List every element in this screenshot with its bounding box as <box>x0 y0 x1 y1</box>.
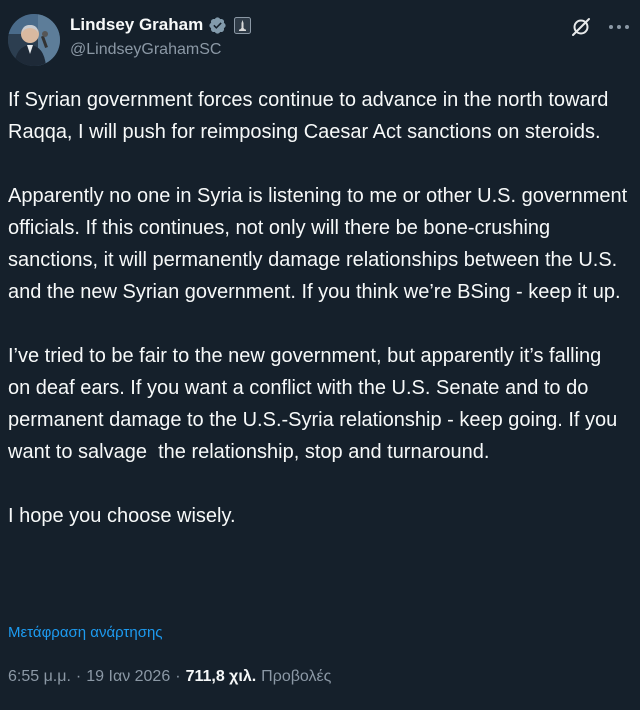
grok-icon[interactable] <box>570 16 592 38</box>
views-count: 711,8 χιλ. <box>185 668 257 685</box>
views-label: Προβολές <box>261 668 332 685</box>
tweet-meta: 6:55 μ.μ. · 19 Ιαν 2026 · 711,8 χιλ. Προ… <box>8 668 331 686</box>
name-row: Lindsey Graham <box>70 14 252 36</box>
author-display-name[interactable]: Lindsey Graham <box>70 15 203 35</box>
tweet-text: If Syrian government forces continue to … <box>8 84 628 532</box>
verified-badge-icon[interactable] <box>208 16 227 35</box>
tweet-paragraph: I hope you choose wisely. <box>8 505 236 527</box>
tweet-paragraph: Apparently no one in Syria is listening … <box>8 185 633 303</box>
government-affiliation-icon[interactable] <box>234 16 252 34</box>
post-time[interactable]: 6:55 μ.μ. <box>8 668 71 686</box>
tweet-paragraph: If Syrian government forces continue to … <box>8 89 614 143</box>
post-date[interactable]: 19 Ιαν 2026 <box>86 668 170 686</box>
translate-post-link[interactable]: Μετάφραση ανάρτησης <box>8 624 163 641</box>
more-options-icon[interactable] <box>606 16 632 38</box>
meta-separator: · <box>75 668 82 685</box>
meta-separator: · <box>175 668 181 685</box>
tweet-header: Lindsey Graham @LindseyGrahamSC <box>8 10 632 66</box>
avatar[interactable] <box>8 14 60 66</box>
author-handle[interactable]: @LindseyGrahamSC <box>70 41 221 59</box>
tweet-paragraph: I’ve tried to be fair to the new governm… <box>8 345 623 463</box>
